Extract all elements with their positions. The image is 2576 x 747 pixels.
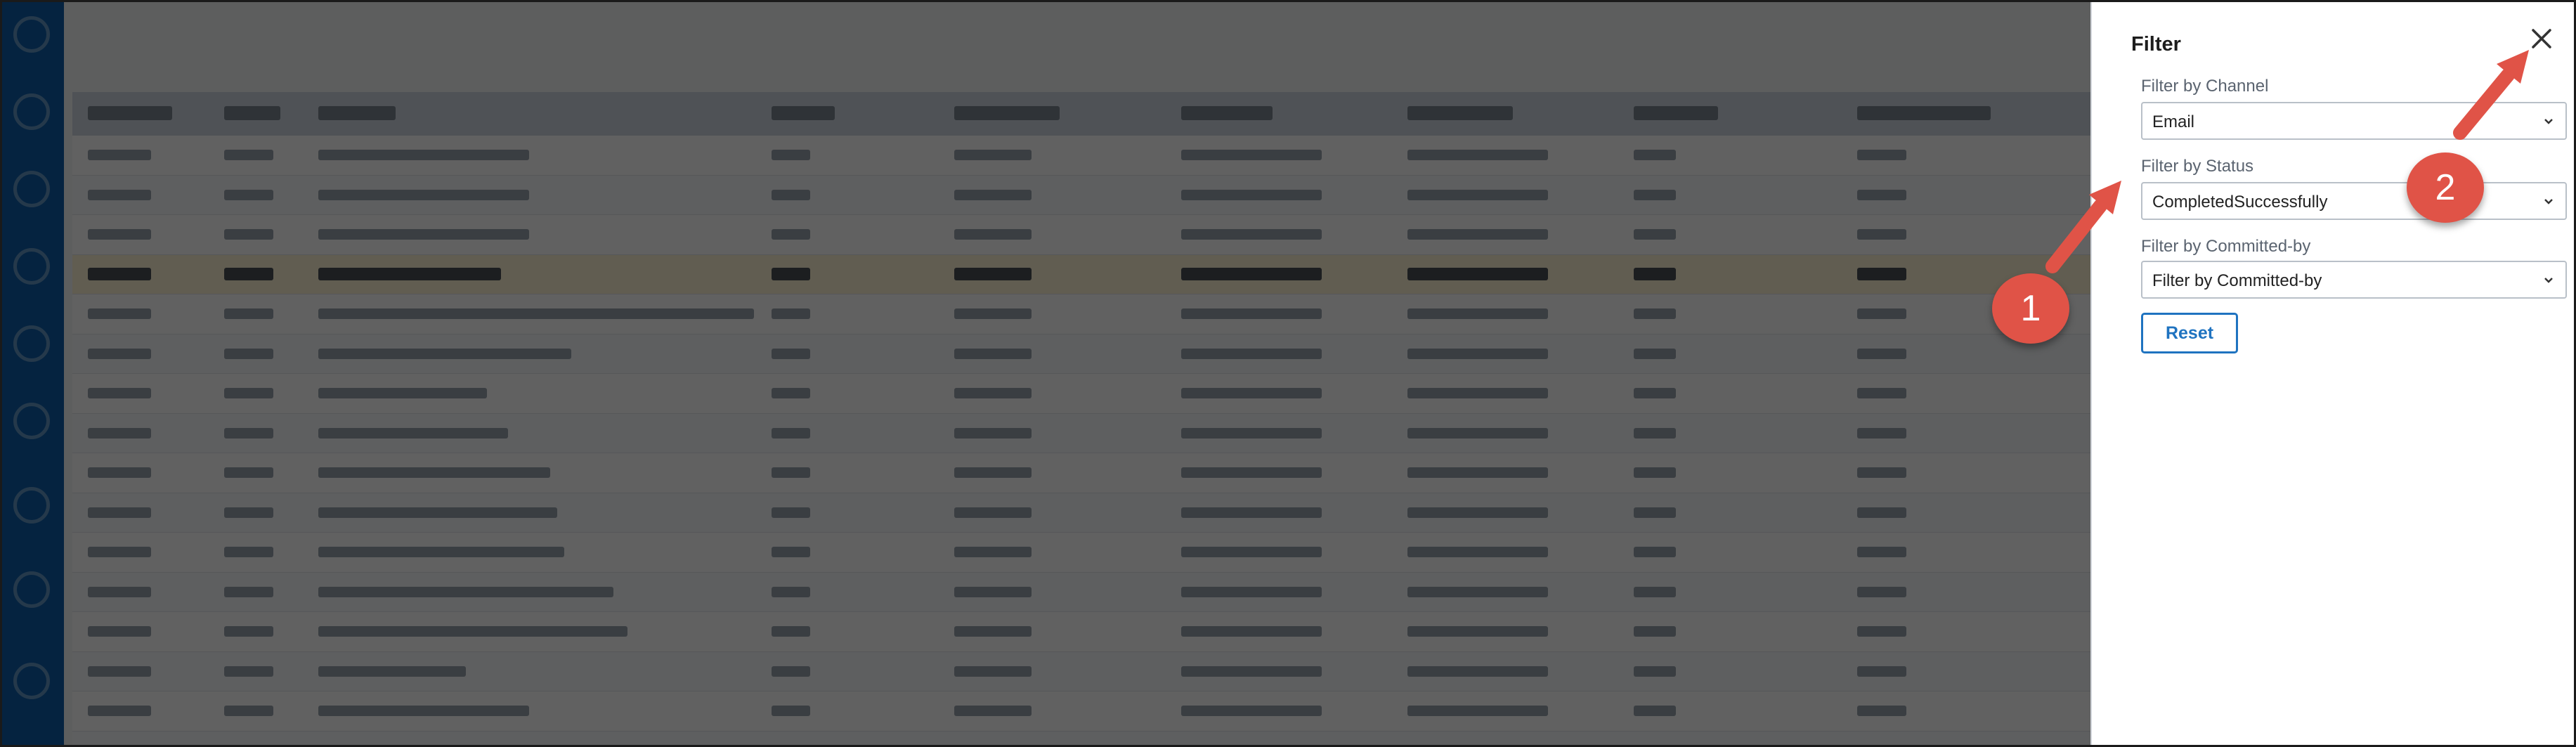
screenshot-frame: Filter Filter by Channel Email Filter by… xyxy=(0,0,2576,747)
annotation-arrows xyxy=(2045,50,2529,273)
arrow-2 xyxy=(2453,50,2529,140)
annotation-badge-1: 1 xyxy=(1992,273,2069,344)
annotation-badge-2: 2 xyxy=(2407,152,2484,223)
arrow-1 xyxy=(2045,181,2121,273)
